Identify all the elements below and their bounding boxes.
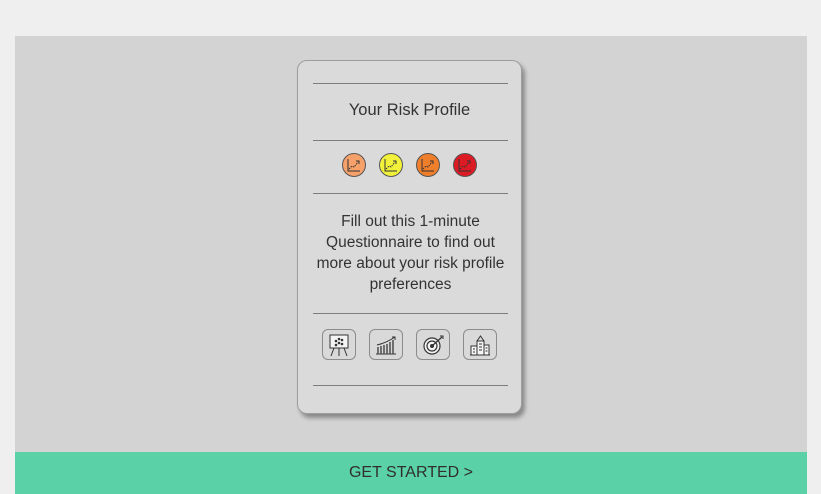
presentation-board-icon xyxy=(322,329,356,360)
target-icon xyxy=(416,329,450,360)
risk-level-moderate-icon xyxy=(379,153,403,177)
risk-level-very-high-icon xyxy=(453,153,477,177)
card-description: Fill out this 1-minute Questionnaire to … xyxy=(316,213,505,293)
divider xyxy=(313,313,508,314)
buildings-icon xyxy=(463,329,497,360)
feature-icons xyxy=(298,329,521,360)
risk-profile-card: Your Risk Profile Fill out this 1-minute… xyxy=(297,60,522,414)
risk-level-low-icon xyxy=(342,153,366,177)
bar-chart-growth-icon xyxy=(369,329,403,360)
card-title: Your Risk Profile xyxy=(348,101,471,119)
divider xyxy=(313,140,508,141)
content-area: Your Risk Profile Fill out this 1-minute… xyxy=(15,36,807,452)
get-started-button[interactable]: GET STARTED > xyxy=(15,452,807,494)
divider xyxy=(313,193,508,194)
divider xyxy=(313,83,508,84)
risk-level-icons xyxy=(298,153,521,177)
risk-level-high-icon xyxy=(416,153,440,177)
divider xyxy=(313,385,508,386)
